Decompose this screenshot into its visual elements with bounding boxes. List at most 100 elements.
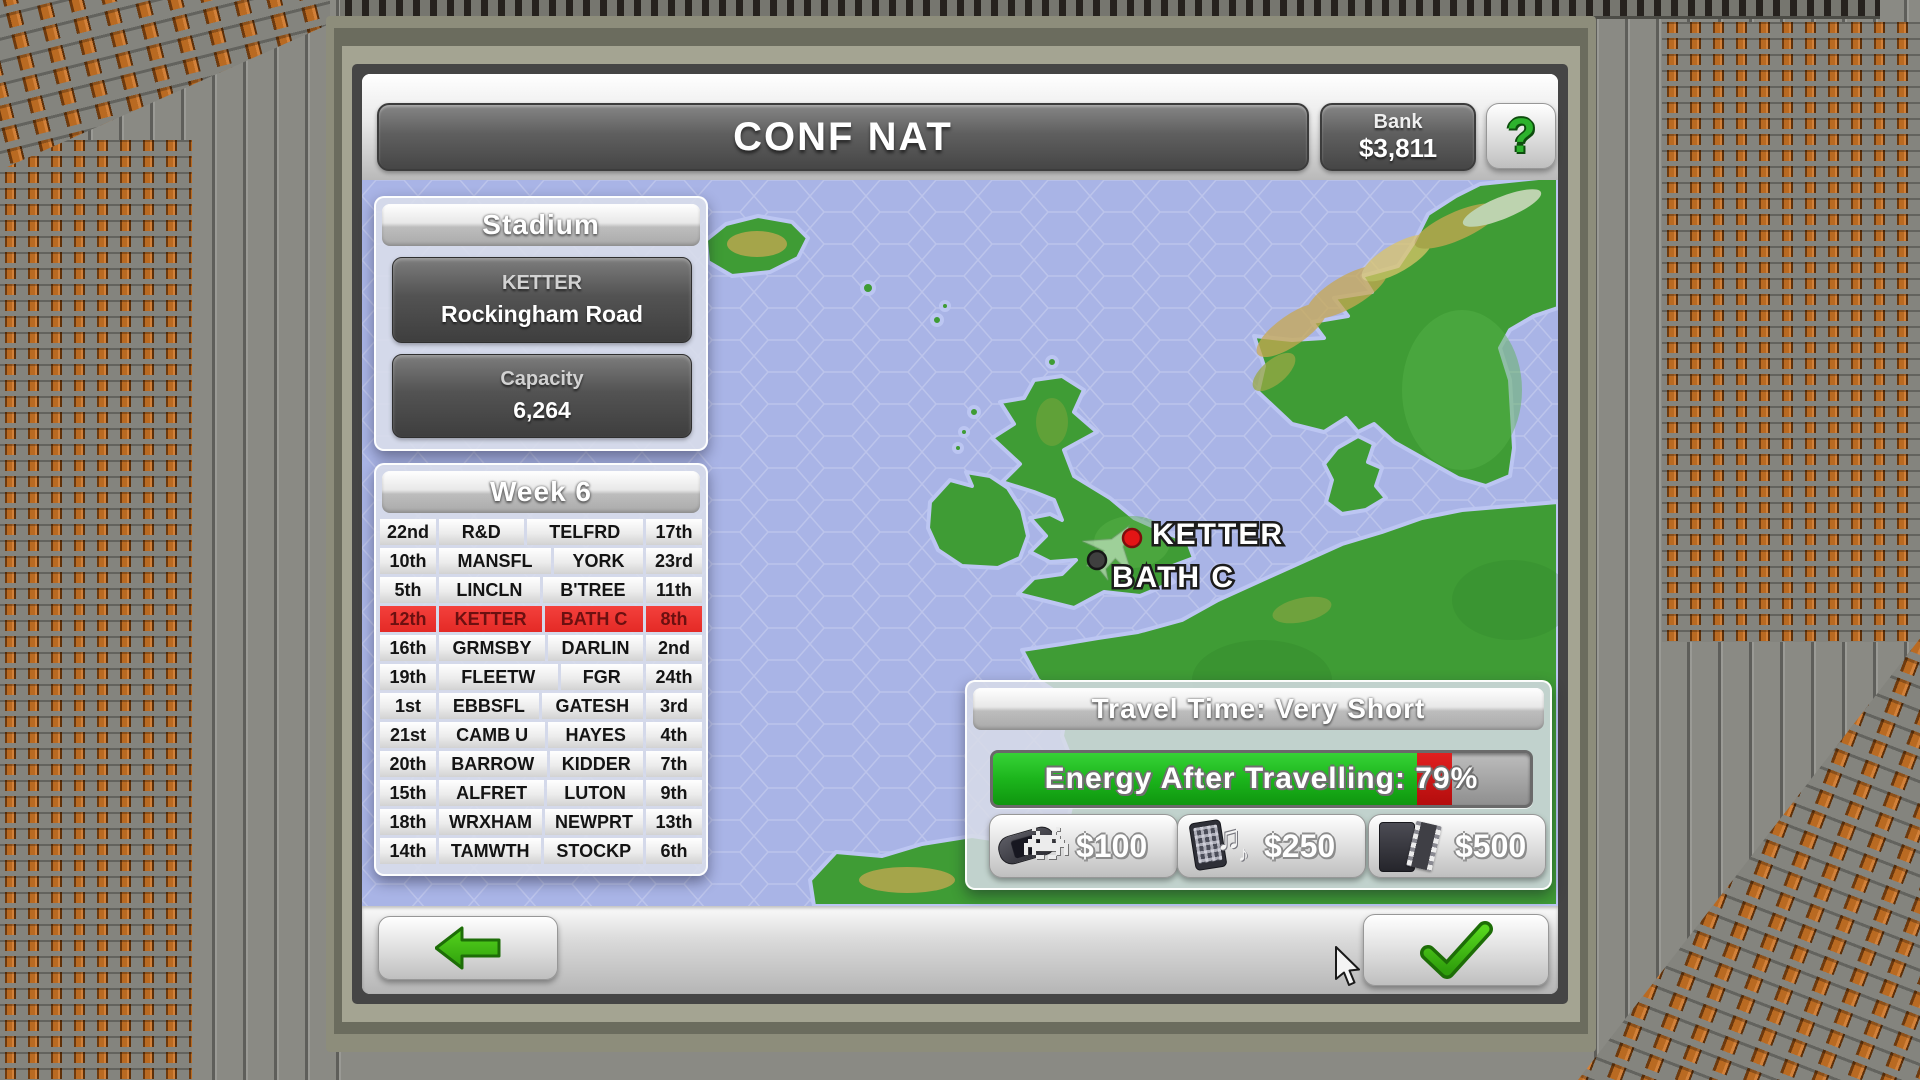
question-mark-icon: ? [1506, 109, 1535, 164]
confirm-check-icon [1419, 921, 1493, 979]
fixture-cell: WRXHAM [439, 809, 542, 835]
fixture-row: 20thBARROWKIDDER7th [380, 751, 702, 777]
fixtures-panel: Week 6 22ndR&DTELFRD17th 10thMANSFLYORK23… [374, 463, 708, 876]
fixture-cell: 14th [380, 838, 436, 864]
fixture-cell: 17th [646, 519, 702, 545]
fixture-cell: TELFRD [527, 519, 644, 545]
fixture-cell: BARROW [439, 751, 547, 777]
travel-option-price: $500 [1455, 828, 1526, 865]
map-dot-ketter [1123, 529, 1141, 547]
stadium-panel: Stadium KETTER Rockingham Road Capacity … [374, 196, 708, 451]
back-arrow-icon [435, 926, 501, 970]
fixture-cell: KIDDER [550, 751, 644, 777]
fixture-row: 19thFLEETWFGR24th [380, 664, 702, 690]
fixture-cell: TAMWTH [439, 838, 541, 864]
fixture-cell: 1st [380, 693, 436, 719]
stadium-seats-left [0, 140, 192, 1080]
stadium-team: KETTER [502, 272, 582, 295]
fixture-cell: 20th [380, 751, 436, 777]
fixture-cell: KETTER [439, 606, 542, 632]
fixture-cell: 2nd [646, 635, 702, 661]
fixture-row: 16thGRMSBYDARLIN2nd [380, 635, 702, 661]
fixtures-panel-title: Week 6 [490, 476, 592, 508]
fixture-cell: 24th [646, 664, 702, 690]
stadium-capacity-box: Capacity 6,264 [392, 354, 692, 438]
fixture-cell: DARLIN [548, 635, 643, 661]
fixture-cell: MANSFL [439, 548, 551, 574]
fixture-cell: YORK [554, 548, 643, 574]
fixture-cell: FGR [561, 664, 644, 690]
fixture-cell: B'TREE [543, 577, 643, 603]
fixture-row: 14thTAMWTHSTOCKP6th [380, 838, 702, 864]
fixture-cell: STOCKP [544, 838, 643, 864]
travel-option-games-button[interactable]: $100 [989, 814, 1178, 878]
fixture-row: 15thALFRETLUTON9th [380, 780, 702, 806]
fixture-cell: 8th [646, 606, 702, 632]
fixture-cell: FLEETW [439, 664, 558, 690]
fixture-cell: 6th [646, 838, 702, 864]
map-dot-bathc [1088, 551, 1106, 569]
fixtures-rows: 22ndR&DTELFRD17th 10thMANSFLYORK23rd 5thLI… [380, 519, 702, 864]
confirm-button[interactable] [1363, 914, 1549, 986]
capacity-label: Capacity [500, 368, 583, 391]
fixture-cell: 15th [380, 780, 436, 806]
fixture-row: 5thLINCLNB'TREE11th [380, 577, 702, 603]
back-button[interactable] [378, 916, 558, 980]
fixture-cell: 22nd [380, 519, 436, 545]
fixture-cell: NEWPRT [545, 809, 643, 835]
help-button[interactable]: ? [1486, 103, 1556, 169]
fixture-cell: 10th [380, 548, 436, 574]
fixture-row: 22ndR&DTELFRD17th [380, 519, 702, 545]
fixture-cell: 18th [380, 809, 436, 835]
page-title: CONF NAT [733, 115, 953, 160]
travel-option-music-button[interactable]: ♫ ♪ $250 [1177, 814, 1366, 878]
fixture-cell: EBBSFL [439, 693, 539, 719]
fixture-cell: 23rd [646, 548, 702, 574]
title-bar: CONF NAT [377, 103, 1309, 171]
stadium-panel-title: Stadium [482, 209, 599, 241]
fixture-cell: 19th [380, 664, 436, 690]
music-player-icon: ♫ ♪ [1186, 817, 1260, 875]
movie-film-icon [1377, 817, 1451, 875]
fixture-cell: 12th [380, 606, 436, 632]
fixtures-panel-header: Week 6 [382, 471, 700, 513]
fixture-cell: 3rd [646, 693, 702, 719]
handheld-console-invader-icon [998, 817, 1072, 875]
bank-box: Bank $3,811 [1320, 103, 1476, 171]
bank-label: Bank [1374, 111, 1423, 133]
travel-panel-header: Travel Time: Very Short [973, 688, 1544, 730]
fixture-cell: 21st [380, 722, 436, 748]
fixture-cell: 16th [380, 635, 436, 661]
fixture-cell: ALFRET [439, 780, 544, 806]
energy-bar-label: Energy After Travelling: 79% [993, 753, 1530, 805]
fixture-cell: LUTON [547, 780, 643, 806]
fixture-row: 21stCAMB UHAYES4th [380, 722, 702, 748]
fixture-row: 18thWRXHAMNEWPRT13th [380, 809, 702, 835]
fixture-cell: CAMB U [439, 722, 545, 748]
fixture-cell: 13th [646, 809, 702, 835]
energy-bar: Energy After Travelling: 79% [990, 750, 1533, 808]
stadium-name-box: KETTER Rockingham Road [392, 257, 692, 343]
fixture-cell: 5th [380, 577, 436, 603]
fixture-cell: R&D [439, 519, 524, 545]
capacity-value: 6,264 [513, 397, 571, 424]
fixture-cell: GATESH [542, 693, 643, 719]
fixture-cell: LINCLN [439, 577, 540, 603]
map-label-bathc: BATH C [1112, 561, 1235, 594]
bank-value: $3,811 [1359, 133, 1437, 163]
fixture-cell: 9th [646, 780, 702, 806]
fixture-row: 1stEBBSFLGATESH3rd [380, 693, 702, 719]
stadium-name: Rockingham Road [441, 301, 643, 328]
fixture-cell: HAYES [548, 722, 643, 748]
stadium-seats-right [1662, 22, 1920, 642]
game-viewport: CONF NAT Bank $3,811 ? [0, 0, 1920, 1080]
fixture-cell: 4th [646, 722, 702, 748]
travel-option-price: $100 [1076, 828, 1147, 865]
fixture-cell: 7th [646, 751, 702, 777]
stadium-panel-header: Stadium [382, 204, 700, 246]
travel-panel: Travel Time: Very Short Energy After Tra… [965, 680, 1552, 890]
mouse-cursor [1334, 946, 1362, 988]
fixture-cell: 11th [646, 577, 702, 603]
travel-option-movie-button[interactable]: $500 [1368, 814, 1546, 878]
fixture-cell: GRMSBY [439, 635, 545, 661]
